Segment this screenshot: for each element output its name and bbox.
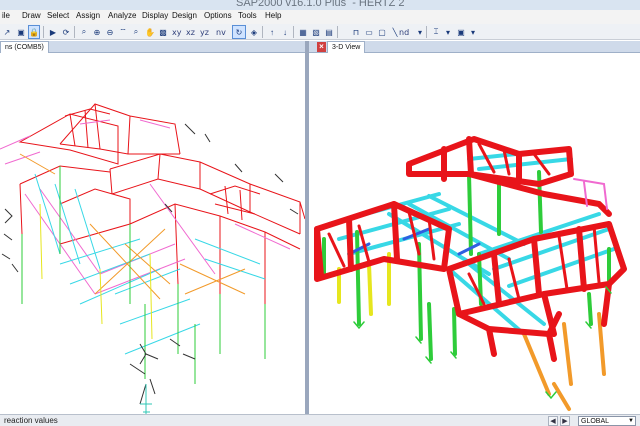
close-icon[interactable]: × bbox=[317, 42, 326, 52]
set-display-icon[interactable]: ▦ bbox=[297, 25, 309, 39]
toolbar-separator bbox=[262, 26, 263, 38]
menu-assign[interactable]: Assign bbox=[76, 11, 100, 20]
menu-draw[interactable]: Draw bbox=[22, 11, 41, 20]
toolbar-separator bbox=[337, 26, 338, 38]
menu-design[interactable]: Design bbox=[172, 11, 197, 20]
dropdown-arrow-icon[interactable]: ▾ bbox=[414, 25, 426, 39]
zoom-previous-icon[interactable]: ⌕ bbox=[130, 25, 142, 39]
menu-file[interactable]: ile bbox=[2, 11, 10, 20]
pan-icon[interactable]: ✋ bbox=[144, 25, 156, 39]
toolbar-separator bbox=[43, 26, 44, 38]
menu-options[interactable]: Options bbox=[204, 11, 232, 20]
pointer-icon[interactable]: ↗ bbox=[1, 25, 13, 39]
menu-bar: ile Draw Select Assign Analyze Display D… bbox=[0, 10, 640, 24]
toolbar: ↗ ▣ 🔒 ▶ ⟳ ⌕ ⊕ ⊖ ⌔ ⌕ ✋ ▩ xy xz yz nv ↻ ◈ … bbox=[0, 24, 640, 40]
view-xy-button[interactable]: xy bbox=[172, 25, 181, 39]
extruded-model bbox=[314, 136, 627, 411]
zoom-out-icon[interactable]: ⊖ bbox=[104, 25, 116, 39]
window-title: SAP2000 v16.1.0 Plus - HERTZ 2 bbox=[236, 0, 405, 9]
display-options-icon[interactable]: ▤ bbox=[323, 25, 335, 39]
orange-members bbox=[522, 312, 606, 411]
view-nv-button[interactable]: nv bbox=[216, 25, 226, 39]
move-down-icon[interactable]: ↓ bbox=[279, 25, 291, 39]
menu-analyze[interactable]: Analyze bbox=[108, 11, 136, 20]
left-window-tab[interactable]: ns (COMB5) bbox=[0, 41, 49, 53]
run-analysis-icon[interactable]: ▶ bbox=[47, 25, 59, 39]
toolbar-separator bbox=[293, 26, 294, 38]
object-shrink-icon[interactable]: ▧ bbox=[310, 25, 322, 39]
status-bar: reaction values ◀ ▶ GLOBAL ▼ bbox=[0, 414, 640, 426]
left-viewport-reactions[interactable] bbox=[0, 54, 305, 414]
menu-select[interactable]: Select bbox=[47, 11, 69, 20]
right-window-tabstrip: 3-D View bbox=[309, 41, 640, 53]
view-3d-icon[interactable]: ▩ bbox=[157, 25, 169, 39]
roof-trusses bbox=[18, 103, 305, 304]
save-icon[interactable]: ▣ bbox=[15, 25, 27, 39]
arrow-left-icon[interactable]: ◀ bbox=[548, 416, 558, 426]
perspective-icon[interactable]: ◈ bbox=[248, 25, 260, 39]
draw-frame-icon[interactable]: ⊓ bbox=[350, 25, 362, 39]
dropdown-arrow-icon[interactable]: ▾ bbox=[467, 25, 479, 39]
toolbar-separator bbox=[426, 26, 427, 38]
left-window-tabstrip: ns (COMB5) bbox=[0, 41, 305, 53]
view-xz-button[interactable]: xz bbox=[186, 25, 195, 39]
draw-poly-icon[interactable]: ▢ bbox=[376, 25, 388, 39]
toolbar-separator bbox=[74, 26, 75, 38]
zoom-window-icon[interactable]: ⌕ bbox=[78, 25, 90, 39]
coordinate-system-select[interactable]: GLOBAL ▼ bbox=[578, 416, 636, 426]
dropdown-arrow-icon[interactable]: ▾ bbox=[442, 25, 454, 39]
coordinate-system-value: GLOBAL bbox=[581, 418, 610, 425]
status-message: reaction values bbox=[4, 416, 58, 425]
title-bar: SAP2000 v16.1.0 Plus - HERTZ 2 bbox=[0, 0, 640, 10]
view-yz-button[interactable]: yz bbox=[200, 25, 209, 39]
right-window-tab[interactable]: 3-D View bbox=[327, 41, 366, 53]
zoom-full-icon[interactable]: ⌔ bbox=[117, 25, 129, 39]
section-designer-icon[interactable]: ▣ bbox=[455, 25, 467, 39]
nd-toggle-button[interactable]: nd bbox=[399, 25, 409, 39]
menu-tools[interactable]: Tools bbox=[238, 11, 257, 20]
x-bracing bbox=[19, 153, 246, 300]
move-up-icon[interactable]: ↑ bbox=[266, 25, 278, 39]
draw-area-icon[interactable]: ▭ bbox=[363, 25, 375, 39]
chevron-down-icon: ▼ bbox=[628, 418, 634, 424]
rotate-3d-icon[interactable]: ↻ bbox=[232, 25, 246, 39]
lock-icon[interactable]: 🔒 bbox=[28, 25, 40, 39]
sap2000-window: SAP2000 v16.1.0 Plus - HERTZ 2 ile Draw … bbox=[0, 0, 640, 426]
menu-display[interactable]: Display bbox=[142, 11, 168, 20]
refresh-icon[interactable]: ⟳ bbox=[60, 25, 72, 39]
zoom-in-icon[interactable]: ⊕ bbox=[91, 25, 103, 39]
menu-help[interactable]: Help bbox=[265, 11, 281, 20]
wireframe-model bbox=[0, 103, 305, 414]
i-section-icon[interactable]: ⌶ bbox=[430, 25, 442, 39]
right-viewport-3d-view[interactable] bbox=[309, 54, 640, 414]
arrow-right-icon[interactable]: ▶ bbox=[560, 416, 570, 426]
